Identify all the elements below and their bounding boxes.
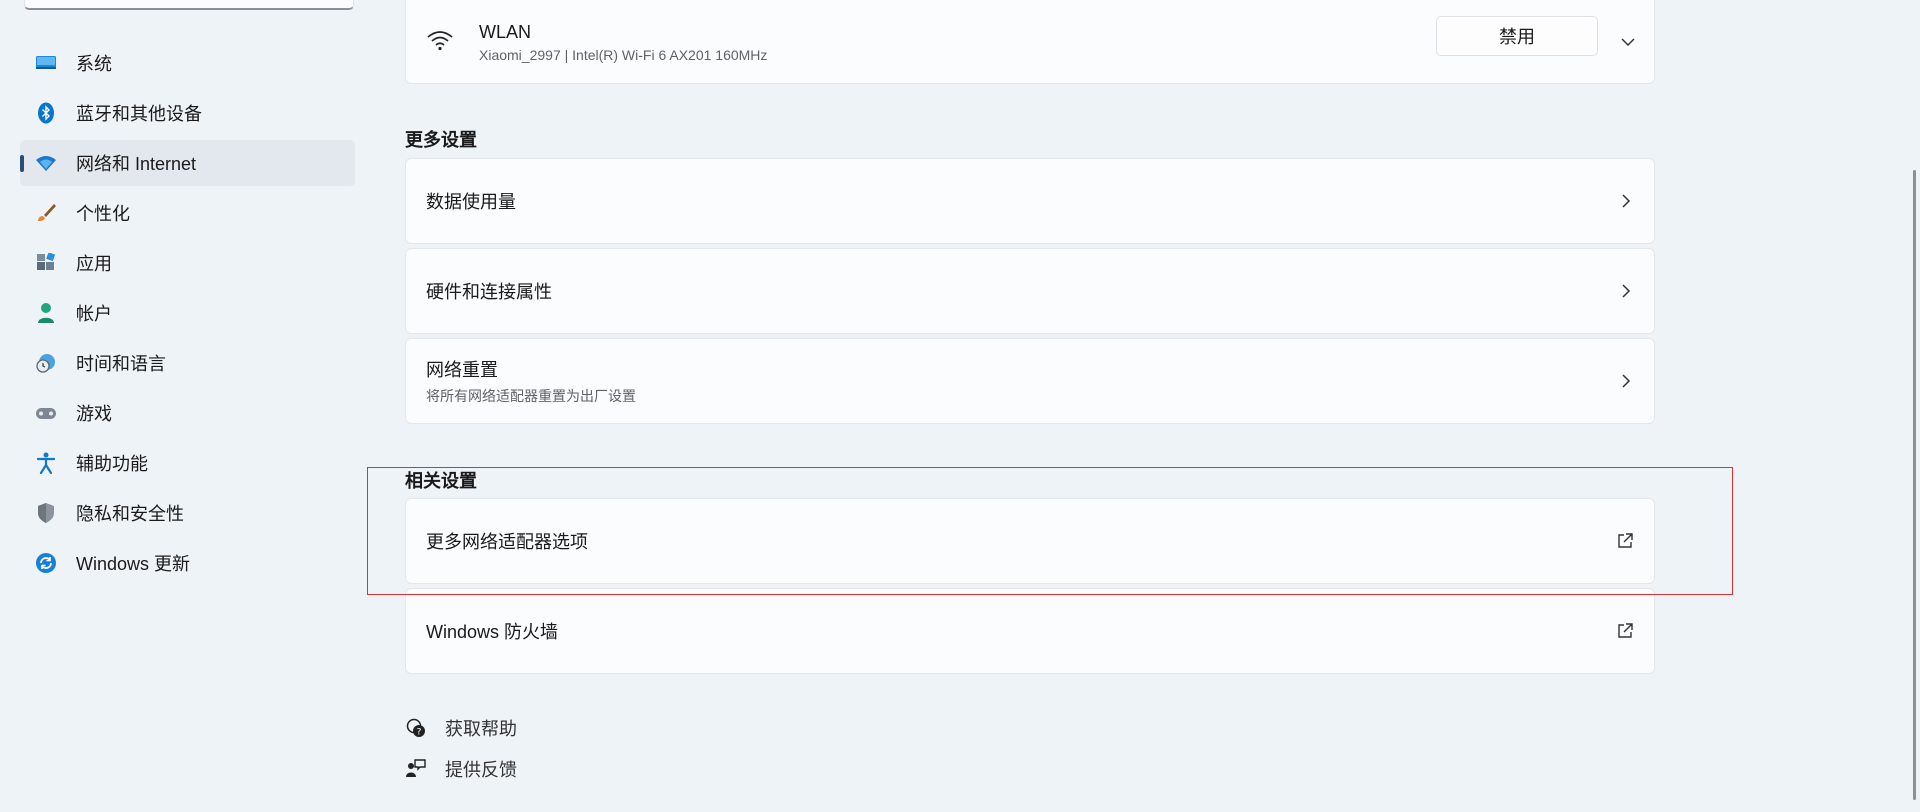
sidebar-item-time-language[interactable]: 时间和语言 [20, 340, 355, 386]
get-help-link[interactable]: ? 获取帮助 [405, 715, 517, 741]
sidebar-item-privacy[interactable]: 隐私和安全性 [20, 490, 355, 536]
apps-icon [34, 251, 58, 275]
card-title: 网络重置 [426, 360, 498, 380]
scrollbar-thumb[interactable] [1913, 170, 1916, 800]
system-icon [34, 51, 58, 75]
get-help-label: 获取帮助 [445, 719, 517, 739]
shield-icon [34, 501, 58, 525]
sidebar-item-label: 个性化 [76, 204, 130, 224]
sidebar-item-network[interactable]: 网络和 Internet [20, 140, 355, 186]
globe-clock-icon [34, 351, 58, 375]
accessibility-icon [34, 451, 58, 475]
help-icon: ? [406, 718, 425, 738]
sidebar-item-label: 网络和 Internet [76, 154, 197, 174]
sidebar-item-label: 帐户 [76, 304, 112, 324]
wlan-subtitle: Xiaomi_2997 | Intel(R) Wi-Fi 6 AX201 160… [479, 46, 768, 63]
card-title: 数据使用量 [426, 192, 516, 212]
wifi-icon [34, 151, 58, 175]
wlan-title: WLAN [479, 21, 532, 42]
search-box[interactable] [24, 0, 354, 10]
sidebar-item-label: 隐私和安全性 [76, 504, 184, 524]
feedback-icon [406, 759, 426, 777]
external-link-icon [1618, 533, 1633, 548]
update-icon [34, 551, 58, 575]
windows-firewall-card[interactable]: Windows 防火墙 [405, 588, 1655, 674]
sidebar-item-label: 游戏 [76, 404, 112, 424]
sidebar-item-windows-update[interactable]: Windows 更新 [20, 540, 355, 586]
card-title: 更多网络适配器选项 [426, 532, 588, 552]
sidebar-item-label: 应用 [76, 254, 112, 274]
chevron-right-icon [1622, 374, 1631, 388]
bluetooth-icon [34, 101, 58, 125]
card-title: 硬件和连接属性 [426, 282, 552, 302]
card-title: Windows 防火墙 [426, 622, 559, 642]
disable-button[interactable]: 禁用 [1436, 16, 1598, 56]
sidebar-item-gaming[interactable]: 游戏 [20, 390, 355, 436]
sidebar-item-label: 辅助功能 [76, 454, 148, 474]
sidebar-item-bluetooth[interactable]: 蓝牙和其他设备 [20, 90, 355, 136]
sidebar-item-label: 系统 [76, 54, 112, 74]
sidebar-item-label: 蓝牙和其他设备 [76, 104, 202, 124]
hardware-properties-card[interactable]: 硬件和连接属性 [405, 248, 1655, 334]
account-icon [34, 301, 58, 325]
sidebar: 系统 蓝牙和其他设备 网络和 Internet 个性化 应用 帐户 时间和语言 … [20, 40, 355, 590]
wifi-icon [426, 29, 454, 56]
sidebar-item-personalization[interactable]: 个性化 [20, 190, 355, 236]
more-adapter-options-card[interactable]: 更多网络适配器选项 [405, 498, 1655, 584]
wlan-card[interactable]: WLAN Xiaomi_2997 | Intel(R) Wi-Fi 6 AX20… [405, 0, 1655, 84]
network-reset-card[interactable]: 网络重置 将所有网络适配器重置为出厂设置 [405, 338, 1655, 424]
sidebar-item-accessibility[interactable]: 辅助功能 [20, 440, 355, 486]
more-settings-heading: 更多设置 [405, 130, 477, 150]
gamepad-icon [34, 401, 58, 425]
card-subtitle: 将所有网络适配器重置为出厂设置 [426, 388, 636, 404]
sidebar-item-apps[interactable]: 应用 [20, 240, 355, 286]
chevron-right-icon [1622, 284, 1631, 298]
feedback-label: 提供反馈 [445, 760, 517, 780]
sidebar-item-system[interactable]: 系统 [20, 40, 355, 86]
svg-text:?: ? [417, 728, 422, 738]
sidebar-item-accounts[interactable]: 帐户 [20, 290, 355, 336]
chevron-right-icon [1622, 194, 1631, 208]
feedback-link[interactable]: 提供反馈 [405, 756, 517, 782]
chevron-down-icon[interactable] [1620, 34, 1636, 50]
scrollbar[interactable] [1906, 0, 1920, 812]
sidebar-item-label: 时间和语言 [76, 354, 166, 374]
brush-icon [34, 201, 58, 225]
data-usage-card[interactable]: 数据使用量 [405, 158, 1655, 244]
external-link-icon [1618, 623, 1633, 638]
related-settings-heading: 相关设置 [405, 471, 477, 491]
sidebar-item-label: Windows 更新 [76, 554, 191, 574]
